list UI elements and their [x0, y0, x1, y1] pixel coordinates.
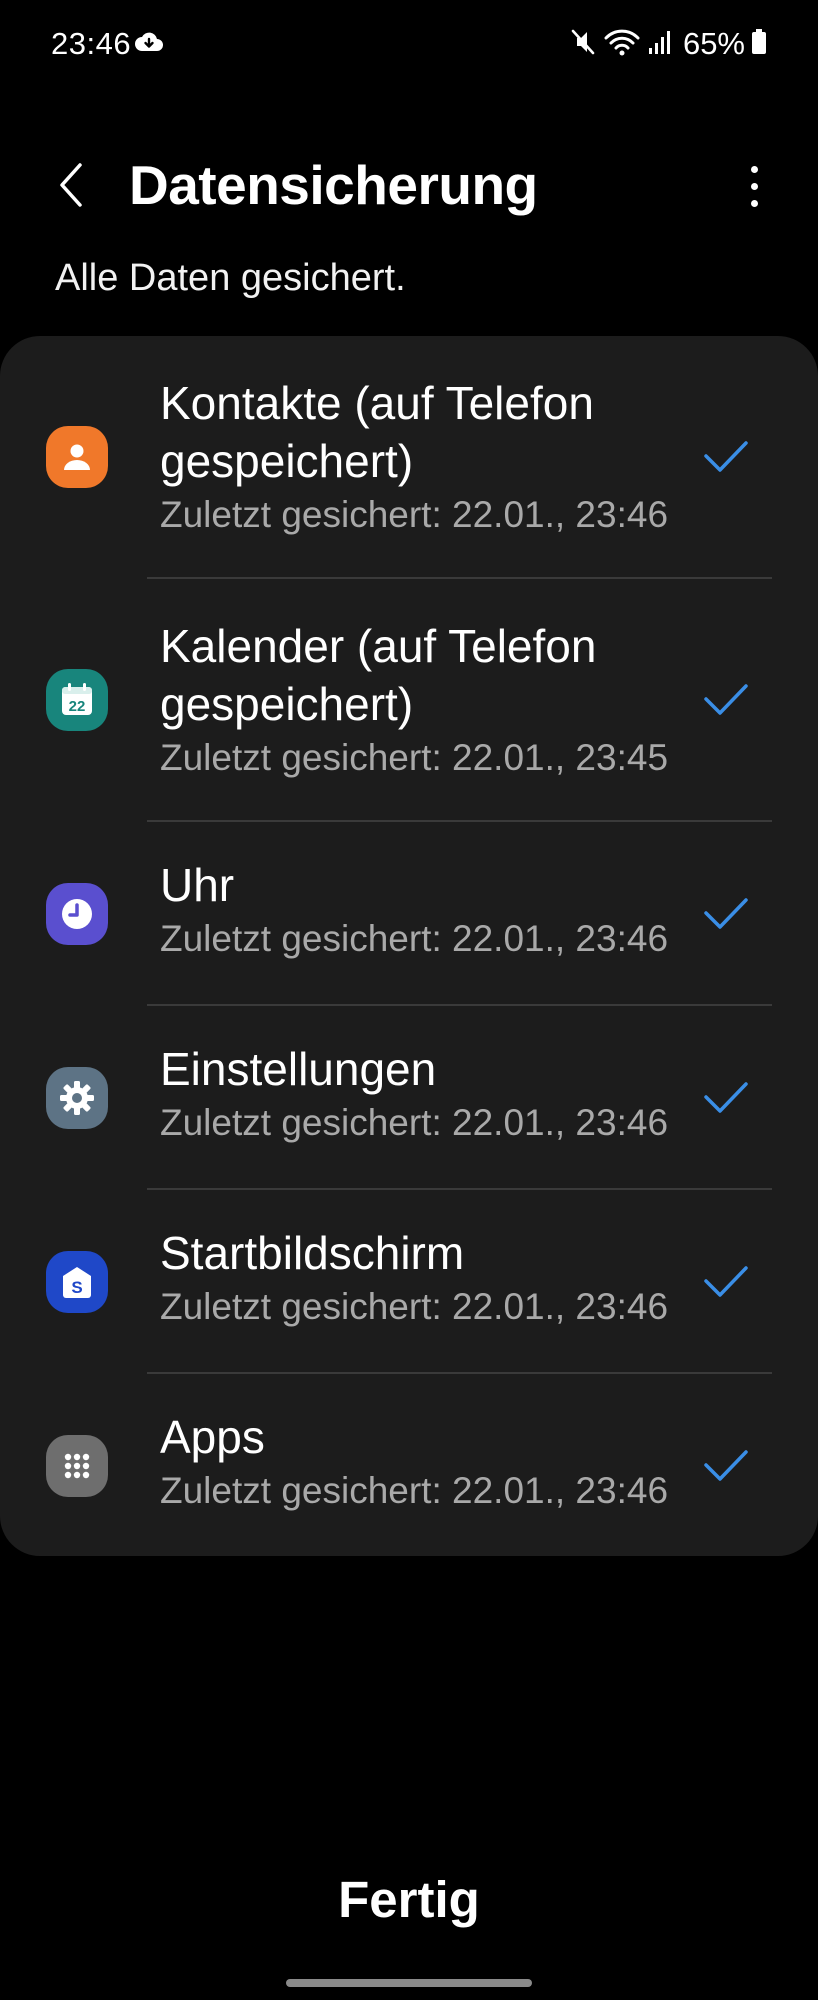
item-subtitle: Zuletzt gesichert: 22.01., 23:46 — [160, 494, 669, 535]
item-subtitle: Zuletzt gesichert: 22.01., 23:46 — [160, 1470, 669, 1511]
list-item-clock[interactable]: Uhr Zuletzt gesichert: 22.01., 23:46 — [0, 822, 818, 1005]
item-subtitle: Zuletzt gesichert: 22.01., 23:45 — [160, 737, 669, 778]
back-button[interactable] — [44, 156, 96, 214]
page-title: Datensicherung — [129, 154, 538, 216]
list-item-contacts[interactable]: Kontakte (auf Telefon gespeichert) Zulet… — [0, 336, 818, 578]
signal-icon — [647, 28, 673, 61]
apps-grid-icon — [46, 1435, 108, 1497]
checkmark-icon — [704, 1266, 748, 1297]
calendar-icon: 22 — [46, 669, 108, 731]
backup-list-card: Kontakte (auf Telefon gespeichert) Zulet… — [0, 336, 818, 1556]
home-screen-icon: S — [46, 1251, 108, 1313]
item-subtitle: Zuletzt gesichert: 22.01., 23:46 — [160, 1102, 669, 1143]
checkmark-icon — [704, 441, 748, 472]
list-item-apps[interactable]: Apps Zuletzt gesichert: 22.01., 23:46 — [0, 1374, 818, 1556]
wifi-icon — [603, 27, 641, 62]
home-indicator[interactable] — [286, 1979, 532, 1987]
app-header: Datensicherung — [0, 130, 818, 240]
list-item-settings[interactable]: Einstellungen Zuletzt gesichert: 22.01.,… — [0, 1006, 818, 1189]
item-title: Kalender (auf Telefon gespeichert) — [160, 620, 597, 730]
checkmark-icon — [704, 684, 748, 715]
mute-icon — [569, 27, 597, 62]
clock-icon — [46, 883, 108, 945]
backup-status-text: Alle Daten gesichert. — [55, 257, 406, 299]
contacts-icon — [46, 426, 108, 488]
checkmark-icon — [704, 1082, 748, 1113]
item-title: Startbildschirm — [160, 1227, 465, 1279]
item-title: Apps — [160, 1411, 265, 1463]
more-vertical-icon — [750, 165, 758, 173]
checkmark-icon — [704, 898, 748, 929]
done-button[interactable]: Fertig — [0, 1870, 818, 1929]
item-subtitle: Zuletzt gesichert: 22.01., 23:46 — [160, 1286, 669, 1327]
more-options-button[interactable] — [734, 158, 774, 214]
calendar-icon-day: 22 — [69, 698, 86, 715]
item-subtitle: Zuletzt gesichert: 22.01., 23:46 — [160, 918, 669, 959]
settings-gear-icon — [46, 1067, 108, 1129]
status-time: 23:46 — [51, 26, 132, 61]
status-icons: 65% — [569, 24, 767, 64]
battery-icon — [751, 28, 767, 60]
checkmark-icon — [704, 1450, 748, 1481]
list-item-calendar[interactable]: 22 Kalender (auf Telefon gespeichert) Zu… — [0, 579, 818, 821]
cloud-sync-icon — [134, 31, 164, 60]
svg-text:S: S — [71, 1278, 82, 1297]
item-title: Uhr — [160, 859, 235, 911]
item-title: Kontakte (auf Telefon gespeichert) — [160, 377, 594, 487]
status-bar: 23:46 65% — [0, 0, 818, 90]
list-item-home-screen[interactable]: S Startbildschirm Zuletzt gesichert: 22.… — [0, 1190, 818, 1373]
chevron-left-icon — [60, 163, 82, 207]
battery-percentage: 65% — [682, 26, 745, 61]
item-title: Einstellungen — [160, 1043, 437, 1095]
